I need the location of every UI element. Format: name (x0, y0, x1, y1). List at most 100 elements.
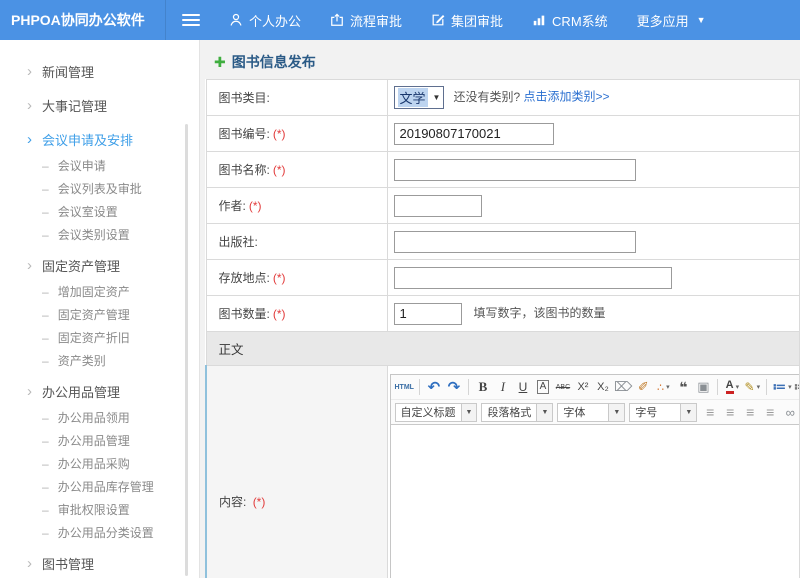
field-存放地点[interactable] (394, 267, 672, 289)
sidebar-item-固定资产折旧[interactable]: –固定资产折旧 (0, 326, 199, 349)
main-content: ✚ 图书信息发布 图书类目:文学▼还没有类别? 点击添加类别>>图书编号:(*)… (200, 40, 800, 578)
sidebar-group-会议申请及安排[interactable]: ›会议申请及安排 (0, 124, 199, 154)
format-brush-icon[interactable]: ✐ (634, 378, 652, 397)
dash-icon: – (42, 434, 49, 448)
topbar-item-flow-approval[interactable]: 流程审批 (330, 11, 402, 30)
plus-icon: ✚ (214, 55, 226, 69)
sidebar-item-办公用品管理[interactable]: –办公用品管理 (0, 429, 199, 452)
editor-toolbar-row1: HTML ↶↷ BIUAABCX²X₂⌦✐∴▾❝▣ A▾✎▾ ≔▾≔▾ (391, 375, 800, 400)
required-marker: (*) (249, 199, 262, 213)
caret-down-icon: ▼ (697, 15, 706, 25)
sidebar-item-会议类别设置[interactable]: –会议类别设置 (0, 223, 199, 246)
sidebar-item-会议室设置[interactable]: –会议室设置 (0, 200, 199, 223)
align-left-icon[interactable]: ≡ (701, 403, 719, 422)
sidebar-item-办公用品采购[interactable]: –办公用品采购 (0, 452, 199, 475)
sidebar-item-审批权限设置[interactable]: –审批权限设置 (0, 498, 199, 521)
strikethrough-icon[interactable]: ABC (554, 378, 572, 397)
font-color-icon[interactable]: A▾ (723, 378, 741, 397)
editor-content-area[interactable] (391, 425, 800, 578)
editor-toolbar-row2: 自定义标题▼段落格式▼字体▼字号▼≡≡≡≡∞⊘ (391, 400, 800, 425)
dash-icon: – (42, 228, 49, 242)
no-category-text: 还没有类别? (453, 90, 520, 104)
sidebar-group-大事记管理[interactable]: ›大事记管理 (0, 90, 199, 120)
sidebar-group-图书管理[interactable]: ›图书管理 (0, 548, 199, 578)
form-row: 作者:(*) (206, 188, 800, 224)
ordered-list-icon[interactable]: ≔▾ (772, 378, 791, 397)
blockquote-icon[interactable]: ❝ (674, 378, 692, 397)
topbar-item-group-approval[interactable]: 集团审批 (431, 11, 503, 30)
font-size-select[interactable]: 字号▼ (629, 403, 697, 422)
page-title: 图书信息发布 (232, 52, 316, 72)
chevron-right-icon: › (27, 64, 32, 79)
bold-icon[interactable]: B (474, 378, 492, 397)
form-row: 图书编号:(*) (206, 116, 800, 152)
sidebar-item-资产类别[interactable]: –资产类别 (0, 349, 199, 372)
page-title-bar: ✚ 图书信息发布 (200, 40, 800, 79)
sidebar-item-会议列表及审批[interactable]: –会议列表及审批 (0, 177, 199, 200)
add-category-link[interactable]: 点击添加类别>> (523, 90, 609, 104)
unordered-list-icon[interactable]: ≔▾ (794, 378, 799, 397)
topbar-item-crm-system[interactable]: CRM系统 (532, 11, 608, 30)
dash-icon: – (42, 457, 49, 471)
paste-icon[interactable]: ▣ (694, 378, 712, 397)
caret-down-icon: ▼ (536, 404, 552, 421)
sidebar-scrollbar[interactable] (185, 124, 188, 576)
sidebar-group-新闻管理[interactable]: ›新闻管理 (0, 56, 199, 86)
caret-down-icon: ▾ (788, 383, 792, 391)
field-出版社[interactable] (394, 231, 636, 253)
sidebar-item-办公用品库存管理[interactable]: –办公用品库存管理 (0, 475, 199, 498)
topbar-item-more-apps[interactable]: 更多应用 ▼ (637, 11, 706, 30)
underline-icon[interactable]: U (514, 378, 532, 397)
content-label: 内容: (219, 495, 246, 509)
char-border-icon[interactable]: A (534, 378, 552, 397)
chevron-right-icon: › (27, 258, 32, 273)
sidebar-item-会议申请[interactable]: –会议申请 (0, 154, 199, 177)
custom-title-select[interactable]: 自定义标题▼ (395, 403, 478, 422)
hamburger-menu-icon[interactable] (182, 11, 200, 29)
subscript-icon[interactable]: X₂ (594, 378, 612, 397)
eraser-icon[interactable]: ⌦ (614, 378, 632, 397)
undo-icon[interactable]: ↶ (425, 378, 443, 397)
align-right-icon[interactable]: ≡ (741, 403, 759, 422)
link-icon[interactable]: ∞ (781, 403, 799, 422)
html-source-icon[interactable]: HTML (395, 378, 414, 397)
caret-down-icon: ▾ (736, 383, 740, 391)
font-family-select[interactable]: 字体▼ (557, 403, 625, 422)
topbar-item-personal-office[interactable]: 个人办公 (229, 11, 301, 30)
edit-square-icon (431, 13, 445, 27)
align-justify-icon[interactable]: ≡ (761, 403, 779, 422)
field-图书编号[interactable] (394, 123, 554, 145)
paragraph-format-select[interactable]: 段落格式▼ (481, 403, 553, 422)
section-header-row: 正文 (206, 332, 800, 366)
field-图书名称[interactable] (394, 159, 636, 181)
content-row: 内容: (*) HTML↶↷BIUAABCX²X₂⌦✐∴▾❝▣A▾✎▾≔▾≔▾ … (206, 366, 800, 578)
dash-icon: – (42, 354, 49, 368)
form-row: 图书类目:文学▼还没有类别? 点击添加类别>> (206, 80, 800, 116)
highlight-icon[interactable]: ✎▾ (743, 378, 761, 397)
sidebar-item-办公用品领用[interactable]: –办公用品领用 (0, 406, 199, 429)
section-header: 正文 (206, 332, 800, 366)
sidebar-group-办公用品管理[interactable]: ›办公用品管理 (0, 376, 199, 406)
form-row: 图书名称:(*) (206, 152, 800, 188)
auto-typeset-icon[interactable]: ∴▾ (654, 378, 672, 397)
book-category-select[interactable]: 文学▼ (394, 86, 445, 109)
sidebar-item-办公用品分类设置[interactable]: –办公用品分类设置 (0, 521, 199, 544)
dash-icon: – (42, 182, 49, 196)
caret-down-icon: ▼ (433, 93, 441, 102)
superscript-icon[interactable]: X² (574, 378, 592, 397)
field-图书数量[interactable] (394, 303, 462, 325)
sidebar-item-固定资产管理[interactable]: –固定资产管理 (0, 303, 199, 326)
sidebar-item-增加固定资产[interactable]: –增加固定资产 (0, 280, 199, 303)
dash-icon: – (42, 411, 49, 425)
sidebar-group-固定资产管理[interactable]: ›固定资产管理 (0, 250, 199, 280)
redo-icon[interactable]: ↷ (445, 378, 463, 397)
align-center-icon[interactable]: ≡ (721, 403, 739, 422)
form-row: 存放地点:(*) (206, 260, 800, 296)
italic-icon[interactable]: I (494, 378, 512, 397)
field-作者[interactable] (394, 195, 482, 217)
topbar: PHPOA协同办公软件 个人办公 流程审批 (0, 0, 800, 40)
caret-down-icon: ▼ (680, 404, 696, 421)
form-table-body: 图书类目:文学▼还没有类别? 点击添加类别>>图书编号:(*)图书名称:(*)作… (206, 80, 800, 332)
flow-approval-icon (330, 13, 344, 27)
required-marker: (*) (273, 163, 286, 177)
